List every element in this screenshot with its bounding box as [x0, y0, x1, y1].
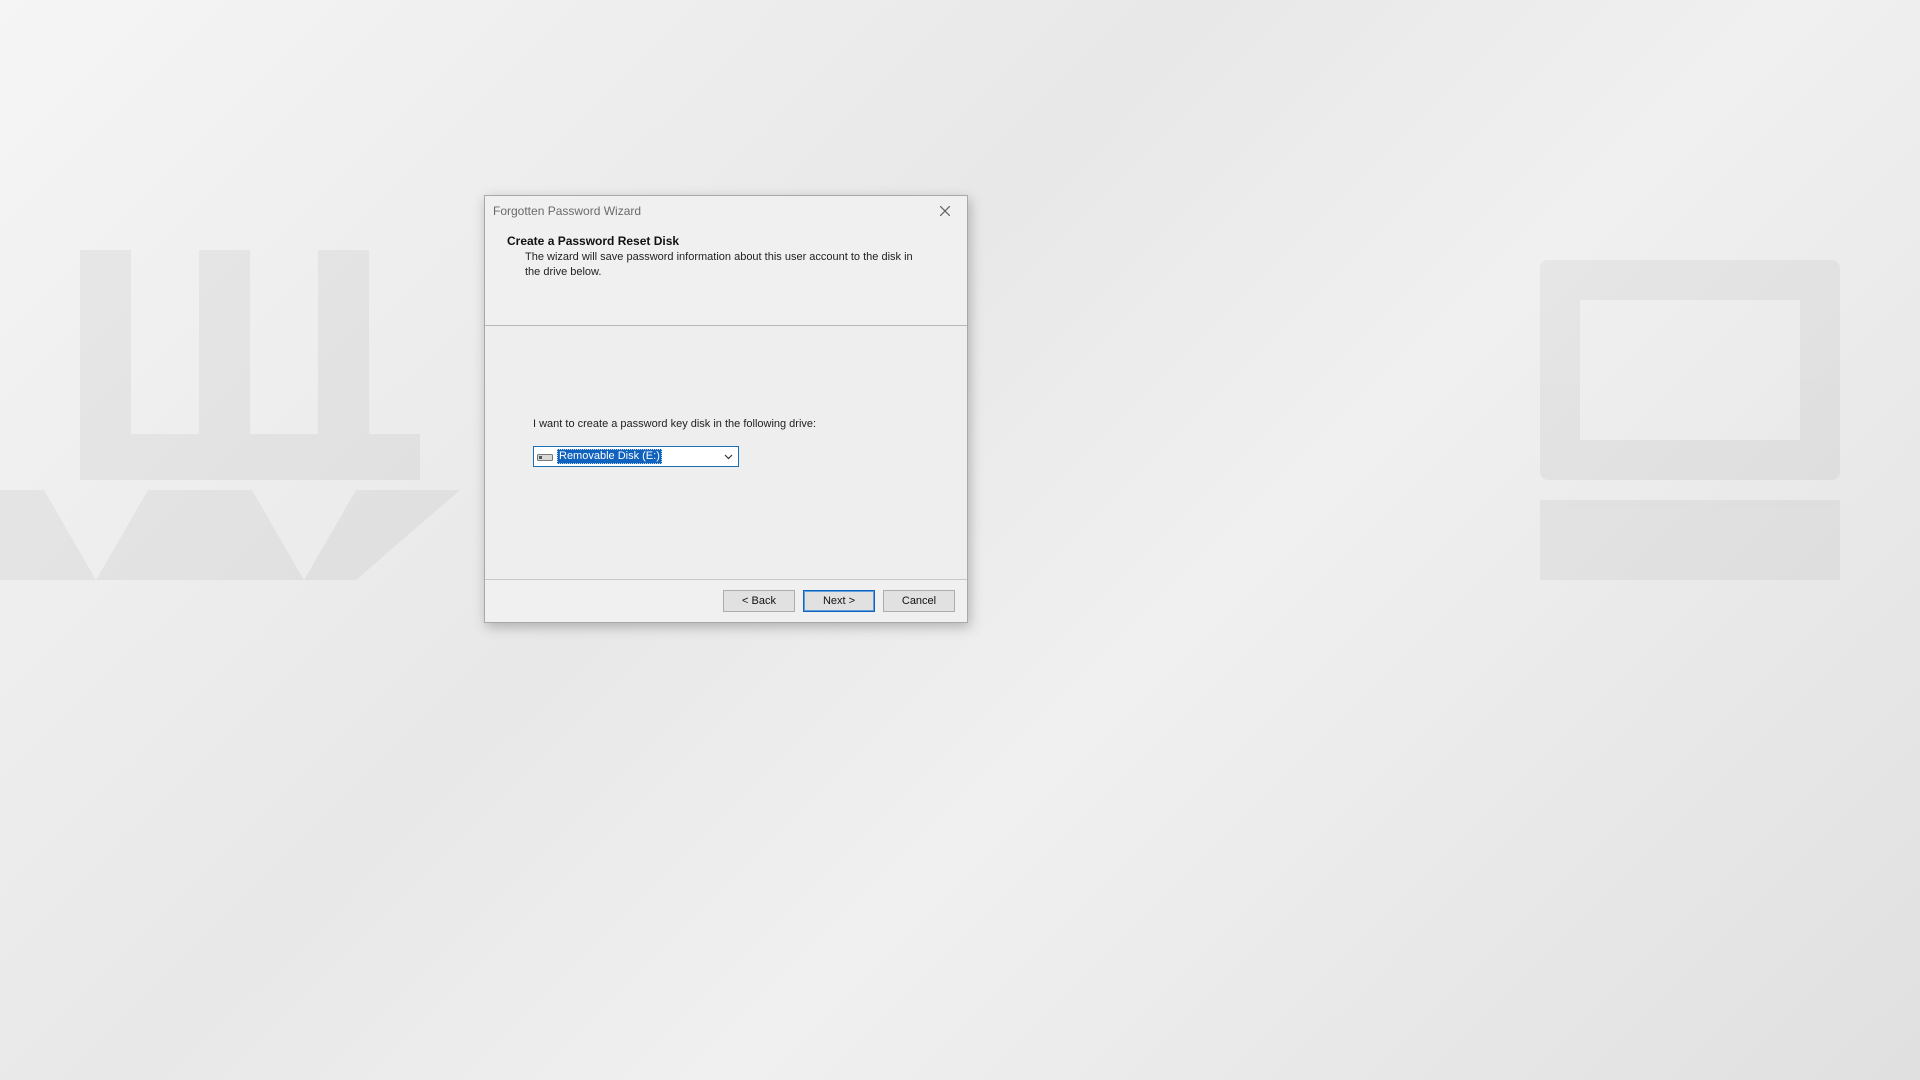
cancel-button-label: Cancel [902, 595, 936, 607]
wizard-body: I want to create a password key disk in … [485, 326, 967, 580]
wizard-footer: < Back Next > Cancel [485, 580, 967, 622]
cancel-button[interactable]: Cancel [883, 590, 955, 612]
wizard-step-title: Create a Password Reset Disk [507, 234, 949, 248]
wizard-step-subtitle: The wizard will save password informatio… [525, 250, 925, 280]
close-icon [940, 206, 950, 216]
next-button-label: Next > [823, 595, 855, 607]
wizard-header: Create a Password Reset Disk The wizard … [485, 226, 967, 326]
drive-select[interactable]: Removable Disk (E:) [533, 446, 739, 467]
back-button[interactable]: < Back [723, 590, 795, 612]
back-button-label: < Back [742, 595, 776, 607]
removable-disk-icon [537, 452, 553, 462]
drive-selected-value: Removable Disk (E:) [557, 449, 662, 464]
next-button[interactable]: Next > [803, 590, 875, 612]
chevron-down-icon [723, 451, 734, 462]
wizard-dialog: Forgotten Password Wizard Create a Passw… [484, 195, 968, 623]
drive-prompt-label: I want to create a password key disk in … [533, 418, 931, 430]
close-button[interactable] [922, 196, 967, 226]
titlebar[interactable]: Forgotten Password Wizard [485, 196, 967, 226]
window-title: Forgotten Password Wizard [493, 204, 641, 218]
